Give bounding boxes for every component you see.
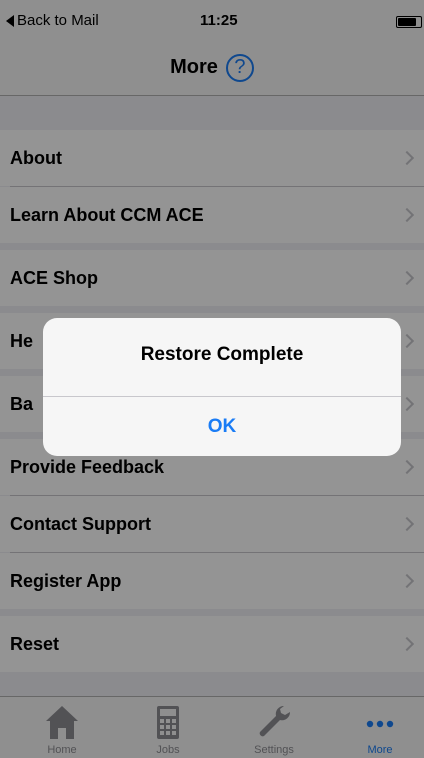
alert-title: Restore Complete — [140, 344, 304, 365]
restore-complete-alert: Restore Complete OK — [43, 318, 401, 456]
ok-button[interactable]: OK — [43, 397, 401, 456]
more-screen: Back to Mail 11:25 More ? About Learn Ab… — [0, 0, 424, 758]
